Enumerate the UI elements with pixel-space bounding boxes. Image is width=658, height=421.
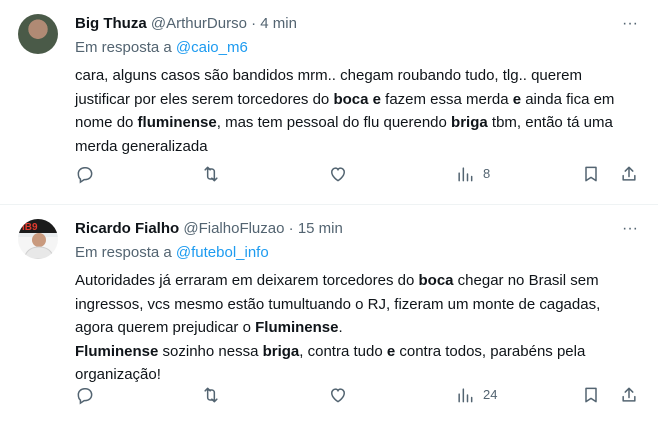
- share-icon[interactable]: [619, 385, 639, 405]
- share-icon[interactable]: [619, 164, 639, 184]
- views-count: 24: [483, 387, 498, 402]
- like-icon[interactable]: [328, 164, 348, 184]
- replying-to: Em resposta a @futebol_info: [75, 243, 269, 263]
- svg-text:IB9: IB9: [22, 222, 38, 233]
- text-run: , contra tudo: [299, 342, 387, 360]
- reply-icon[interactable]: [75, 385, 95, 405]
- text-run: fazem essa merda: [380, 90, 513, 108]
- highlighted-keyword: e: [372, 90, 381, 108]
- views-icon[interactable]: [455, 385, 475, 405]
- tweet-text: Autoridades já erraram em deixarem torce…: [75, 269, 635, 387]
- text-run: Autoridades já erraram em deixarem torce…: [75, 272, 419, 289]
- more-options-icon[interactable]: ···: [620, 14, 640, 34]
- avatar[interactable]: IB9: [18, 219, 58, 259]
- author-handle[interactable]: @FialhoFluzao: [183, 220, 284, 237]
- highlighted-keyword: fluminense: [137, 114, 217, 132]
- author-name[interactable]: Big Thuza: [75, 15, 147, 32]
- avatar[interactable]: [18, 14, 58, 54]
- replying-to-mention[interactable]: @futebol_info: [176, 244, 269, 261]
- highlighted-keyword: e: [512, 90, 522, 108]
- replying-to-mention[interactable]: @caio_m6: [176, 39, 248, 56]
- like-icon[interactable]: [328, 385, 348, 405]
- text-run: , mas tem pessoal do flu querendo: [216, 114, 452, 132]
- highlighted-keyword: boca: [333, 90, 369, 108]
- author-name[interactable]: Ricardo Fialho: [75, 220, 179, 237]
- highlighted-keyword: boca: [418, 272, 454, 289]
- action-bar: 8: [0, 164, 658, 188]
- author-handle[interactable]: @ArthurDurso: [151, 15, 247, 32]
- text-run: .: [338, 319, 343, 337]
- replying-to-label: Em resposta a: [75, 39, 172, 56]
- tweet[interactable]: IB9 Ricardo Fialho @FialhoFluzao · 15 mi…: [0, 205, 658, 410]
- highlighted-keyword: briga: [451, 114, 488, 132]
- text-run: sozinho nessa: [158, 342, 263, 360]
- bookmark-icon[interactable]: [581, 164, 601, 184]
- tweet-header: Big Thuza @ArthurDurso · 4 min: [75, 14, 297, 34]
- separator-dot: ·: [288, 220, 294, 237]
- timestamp[interactable]: 4 min: [260, 15, 297, 32]
- views-icon[interactable]: [455, 164, 475, 184]
- replying-to-label: Em resposta a: [75, 244, 172, 261]
- more-options-icon[interactable]: ···: [620, 219, 640, 239]
- highlighted-keyword: e: [386, 342, 396, 360]
- highlighted-keyword: Fluminense: [75, 342, 159, 360]
- timestamp[interactable]: 15 min: [298, 220, 343, 237]
- timeline: Big Thuza @ArthurDurso · 4 min ··· Em re…: [0, 0, 658, 410]
- retweet-icon[interactable]: [201, 385, 221, 405]
- bookmark-icon[interactable]: [581, 385, 601, 405]
- tweet-header: Ricardo Fialho @FialhoFluzao · 15 min: [75, 219, 343, 239]
- reply-icon[interactable]: [75, 164, 95, 184]
- retweet-icon[interactable]: [201, 164, 221, 184]
- highlighted-keyword: Fluminense: [255, 319, 339, 337]
- highlighted-keyword: briga: [262, 342, 300, 360]
- views-count: 8: [483, 166, 491, 181]
- tweet[interactable]: Big Thuza @ArthurDurso · 4 min ··· Em re…: [0, 0, 658, 204]
- separator-dot: ·: [251, 15, 257, 32]
- replying-to: Em resposta a @caio_m6: [75, 38, 248, 58]
- action-bar: 24: [0, 385, 658, 409]
- tweet-text: cara, alguns casos são bandidos mrm.. ch…: [75, 64, 635, 158]
